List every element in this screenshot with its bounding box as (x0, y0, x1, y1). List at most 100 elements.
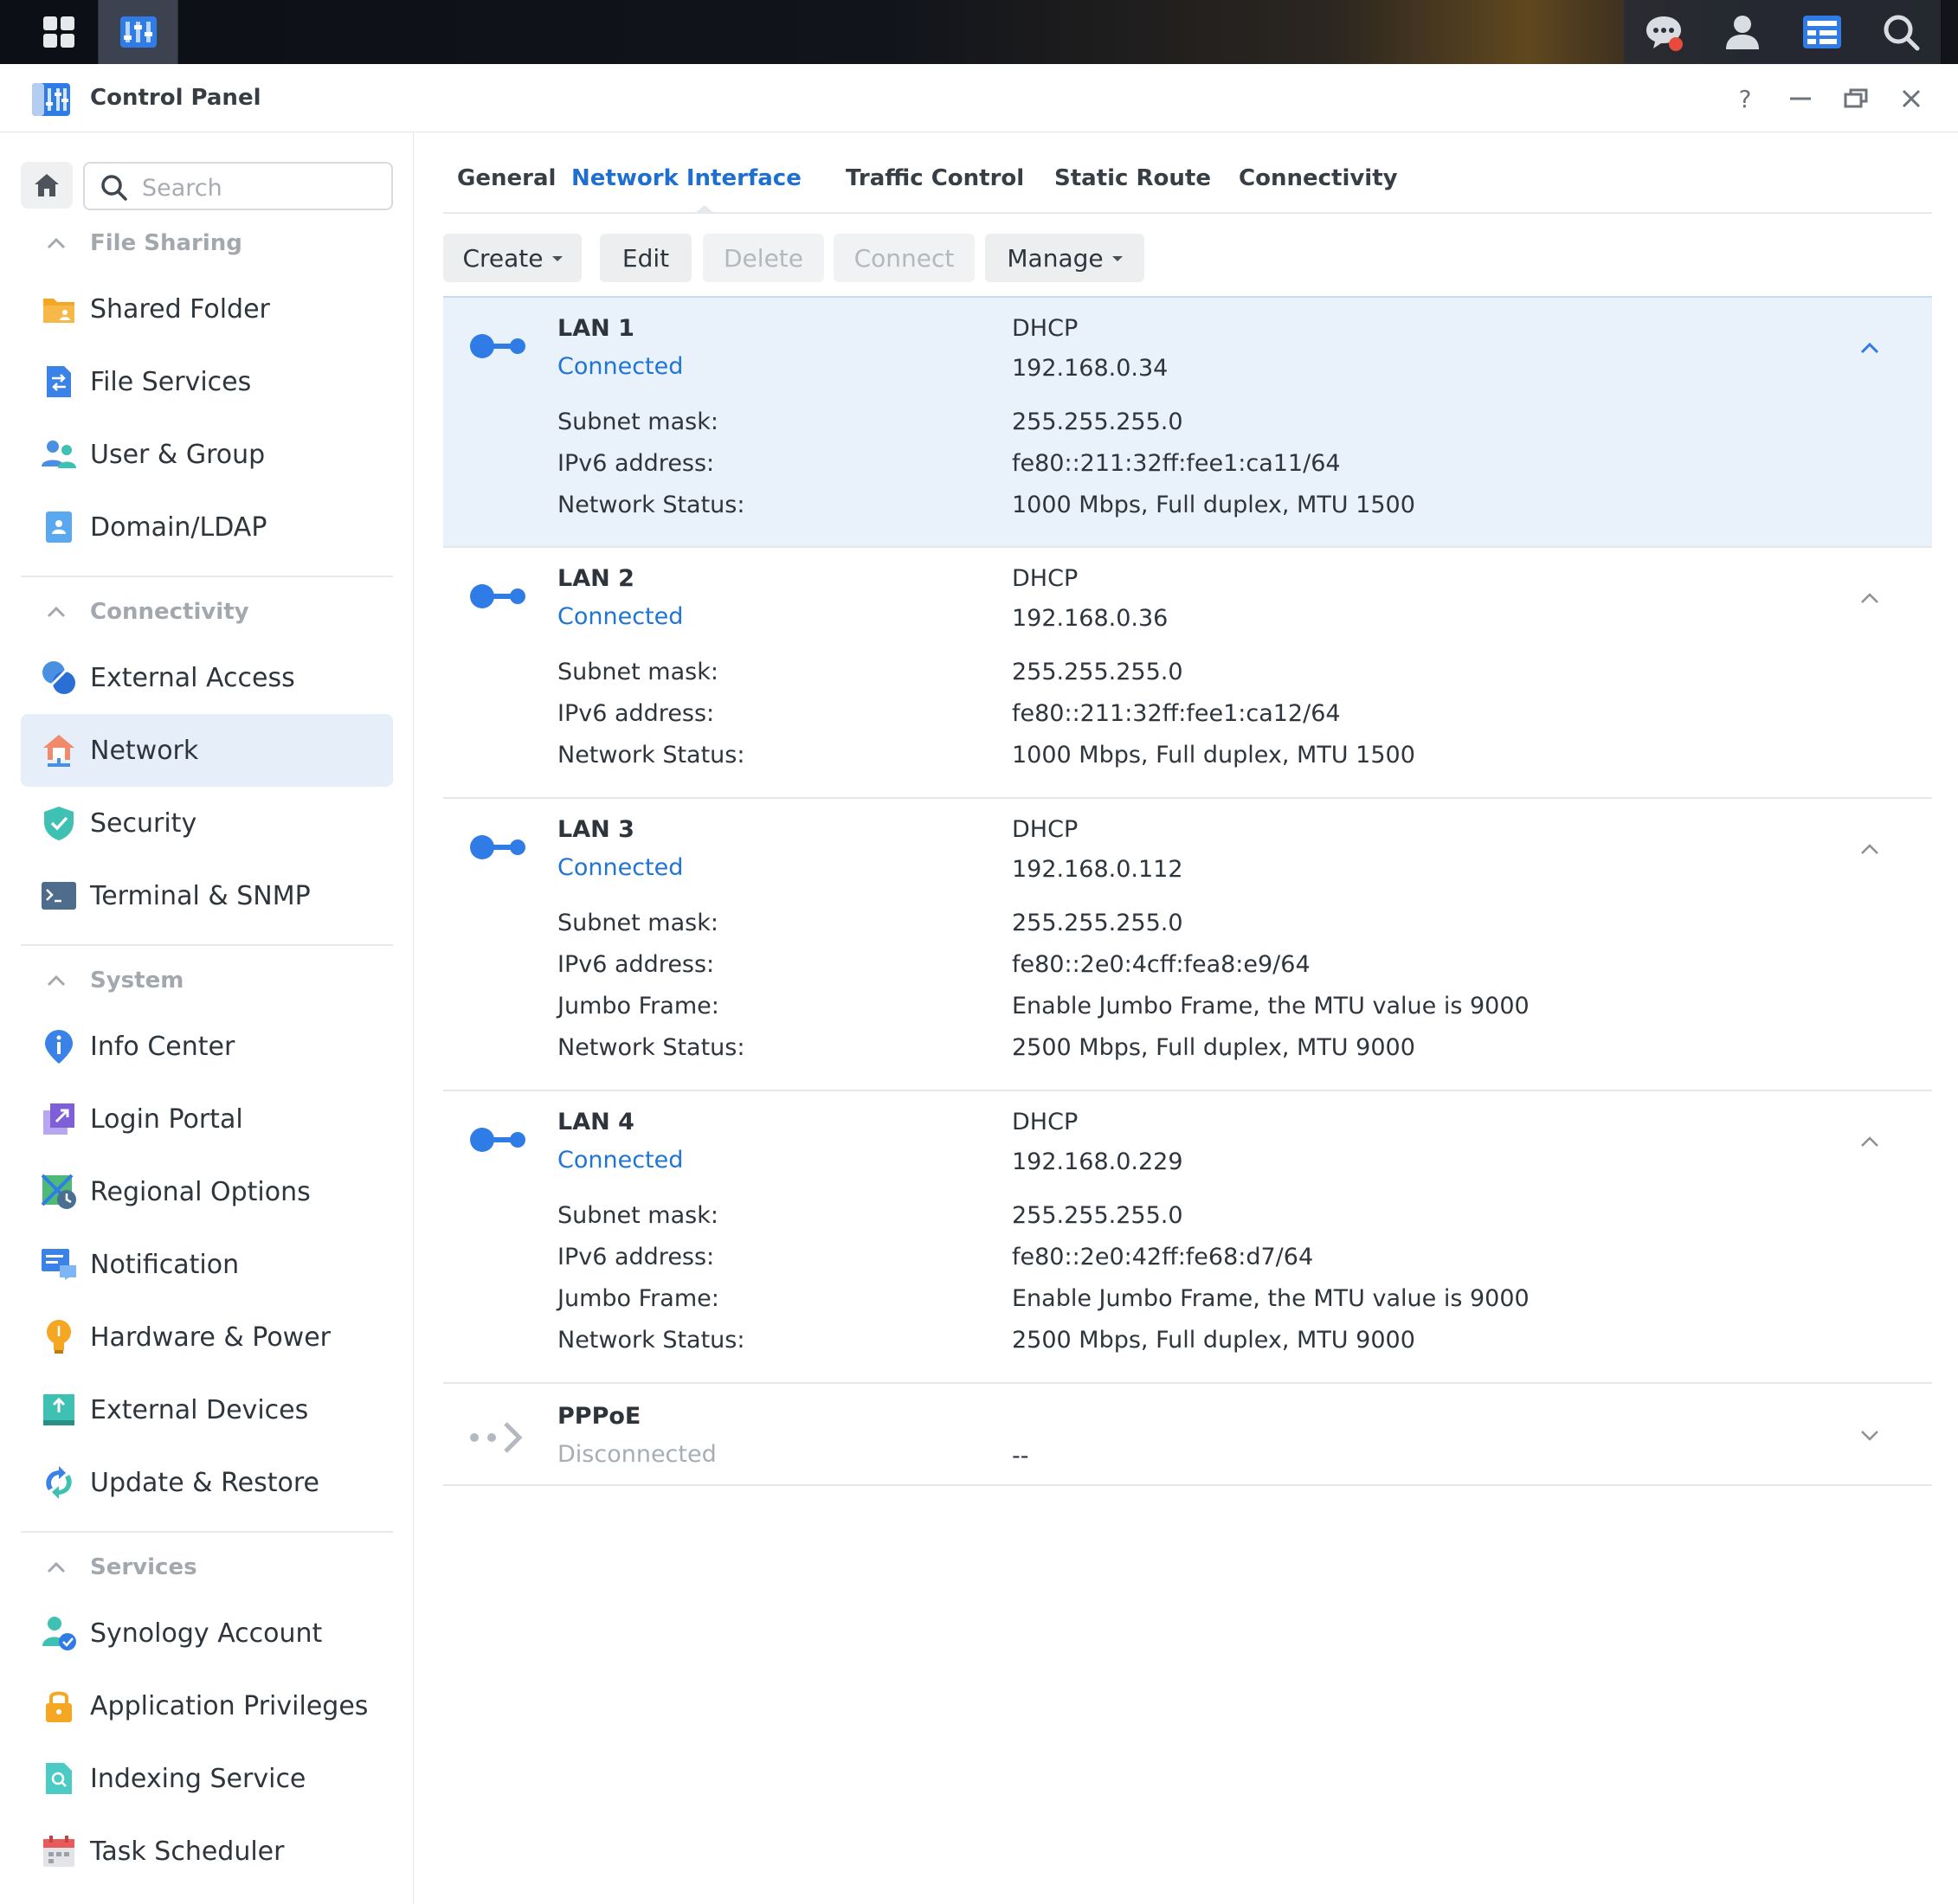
control-panel-taskbar-button[interactable] (99, 0, 178, 64)
user-button[interactable] (1716, 6, 1768, 58)
sidebar-item-hardware-power[interactable]: Hardware & Power (21, 1301, 393, 1373)
sidebar-item-terminal-snmp[interactable]: Terminal & SNMP (21, 859, 393, 932)
indexing-service-icon (46, 1763, 72, 1794)
tab-connectivity[interactable]: Connectivity (1239, 165, 1398, 191)
main-content: General Network Interface Traffic Contro… (415, 132, 1958, 1904)
main-menu-button[interactable] (19, 0, 99, 64)
tab-traffic-control[interactable]: Traffic Control (846, 165, 1024, 191)
interface-row-lan1[interactable]: LAN 1 Connected DHCP 192.168.0.34 Subnet… (443, 296, 1932, 548)
control-panel-icon (119, 16, 157, 48)
detail-value: fe80::211:32ff:fee1:ca12/64 (1012, 700, 1341, 727)
sidebar-item-application-privileges[interactable]: Application Privileges (21, 1669, 393, 1742)
global-search-button[interactable] (1875, 6, 1927, 58)
collapse-button[interactable] (1854, 1126, 1885, 1157)
manage-button[interactable]: Manage (985, 234, 1144, 282)
widgets-icon (1802, 16, 1841, 48)
sidebar-item-external-access[interactable]: External Access (21, 641, 393, 714)
sidebar-item-security[interactable]: Security (21, 787, 393, 859)
sidebar-item-regional-options[interactable]: Regional Options (21, 1155, 393, 1228)
detail-value: 1000 Mbps, Full duplex, MTU 1500 (1012, 492, 1415, 518)
chevron-up-icon (47, 975, 66, 987)
sidebar-item-shared-folder[interactable]: Shared Folder (21, 273, 393, 345)
sidebar-item-task-scheduler[interactable]: Task Scheduler (21, 1815, 393, 1888)
chevron-up-icon (47, 606, 66, 618)
sidebar-item-synology-account[interactable]: Synology Account (21, 1597, 393, 1669)
detail-label: Subnet mask: (557, 659, 718, 685)
user-group-icon (42, 441, 76, 468)
collapse-button[interactable] (1854, 833, 1885, 865)
taskbar (0, 0, 1958, 64)
sidebar-item-file-services[interactable]: File Services (21, 345, 393, 418)
interface-row-lan3[interactable]: LAN 3 Connected DHCP 192.168.0.112 Subne… (443, 799, 1932, 1091)
chevron-up-icon (1861, 844, 1878, 854)
section-connectivity[interactable]: Connectivity (47, 595, 249, 629)
detail-value: 255.255.255.0 (1012, 659, 1183, 685)
help-button[interactable]: ? (1726, 80, 1764, 118)
sidebar-item-external-devices[interactable]: External Devices (21, 1373, 393, 1446)
sidebar-item-update-restore[interactable]: Update & Restore (21, 1446, 393, 1519)
hardware-power-icon (47, 1320, 71, 1354)
interface-status: Connected (557, 854, 684, 881)
interface-name: LAN 4 (557, 1109, 634, 1135)
detail-label: Network Status: (557, 1034, 745, 1061)
sidebar-item-user-group[interactable]: User & Group (21, 418, 393, 491)
tab-static-route[interactable]: Static Route (1054, 165, 1211, 191)
notification-button[interactable] (1638, 6, 1690, 58)
sidebar-item-info-center[interactable]: Info Center (21, 1010, 393, 1083)
section-title: File Sharing (90, 230, 242, 256)
sidebar-item-indexing-service[interactable]: Indexing Service (21, 1742, 393, 1815)
minimize-icon (1790, 97, 1811, 100)
interface-row-lan2[interactable]: LAN 2 Connected DHCP 192.168.0.36 Subnet… (443, 548, 1932, 799)
sidebar-search-input[interactable]: Search (83, 162, 393, 210)
sidebar-item-login-portal[interactable]: Login Portal (21, 1083, 393, 1155)
window-titlebar: Control Panel ? (0, 64, 1958, 132)
application-privileges-icon (46, 1691, 72, 1722)
restore-icon (1844, 88, 1868, 108)
interface-row-pppoe[interactable]: PPPoE Disconnected -- (443, 1384, 1932, 1486)
help-icon: ? (1738, 84, 1752, 113)
ethernet-connected-icon (470, 835, 525, 859)
close-icon (1902, 89, 1921, 108)
tab-general[interactable]: General (457, 165, 556, 191)
expand-button[interactable] (1854, 1420, 1885, 1451)
minimize-button[interactable] (1781, 80, 1820, 118)
notification-chat-icon (1646, 16, 1683, 51)
section-services[interactable]: Services (47, 1550, 197, 1585)
tab-network-interface[interactable]: Network Interface (571, 165, 802, 191)
chevron-up-icon (47, 1561, 66, 1573)
detail-value: Enable Jumbo Frame, the MTU value is 900… (1012, 993, 1530, 1020)
section-system[interactable]: System (47, 963, 184, 998)
control-panel-icon (32, 83, 70, 116)
active-tab-indicator (694, 205, 715, 214)
caret-down-icon (551, 256, 563, 261)
detail-value: 255.255.255.0 (1012, 1202, 1183, 1229)
detail-value: 2500 Mbps, Full duplex, MTU 9000 (1012, 1034, 1415, 1061)
sidebar-item-network[interactable]: Network (21, 714, 393, 787)
collapse-button[interactable] (1854, 582, 1885, 614)
login-portal-icon (43, 1103, 74, 1135)
external-access-icon (42, 661, 75, 694)
user-icon (1726, 16, 1760, 49)
home-button[interactable] (21, 162, 73, 209)
external-devices-icon (43, 1394, 74, 1425)
create-button[interactable]: Create (443, 234, 582, 282)
sidebar-item-notification[interactable]: Notification (21, 1228, 393, 1301)
restore-button[interactable] (1837, 80, 1875, 118)
search-placeholder: Search (142, 175, 222, 202)
close-button[interactable] (1892, 80, 1930, 118)
main-menu-icon (42, 16, 74, 48)
widgets-button[interactable] (1796, 6, 1848, 58)
edit-button[interactable]: Edit (600, 234, 692, 282)
interface-name: LAN 2 (557, 565, 634, 592)
collapse-button[interactable] (1854, 332, 1885, 363)
detail-value: fe80::2e0:42ff:fe68:d7/64 (1012, 1244, 1314, 1270)
connect-button[interactable]: Connect (834, 234, 975, 282)
chevron-up-icon (1861, 1136, 1878, 1147)
interface-row-lan4[interactable]: LAN 4 Connected DHCP 192.168.0.229 Subne… (443, 1091, 1932, 1384)
section-file-sharing[interactable]: File Sharing (47, 226, 242, 261)
network-icon (43, 735, 74, 767)
delete-button[interactable]: Delete (703, 234, 824, 282)
interface-mode: DHCP (1012, 565, 1079, 592)
sidebar-item-domain-ldap[interactable]: Domain/LDAP (21, 491, 393, 563)
section-title: Services (90, 1554, 197, 1580)
